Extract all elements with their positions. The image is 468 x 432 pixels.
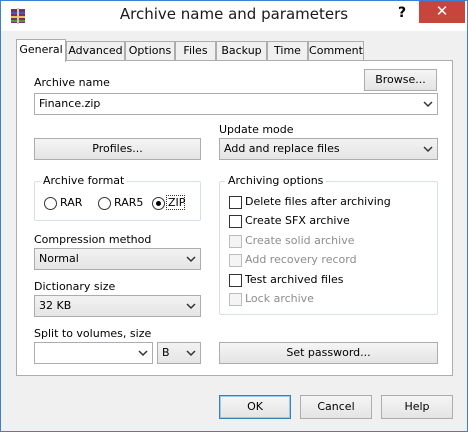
set-password-button[interactable]: Set password... [219,342,438,364]
checkbox-lock-archive [229,293,242,306]
update-mode-value: Add and replace files [224,142,340,155]
update-mode-label: Update mode [219,123,294,136]
tab-advanced[interactable]: Advanced [66,41,125,61]
split-volumes-unit-select[interactable]: B [157,342,201,364]
checkbox-create-solid-label: Create solid archive [245,234,355,247]
archive-dialog: Archive name and parameters ? ✕ General … [0,0,468,432]
archive-name-label: Archive name [34,76,110,89]
dictionary-size-label: Dictionary size [34,280,116,293]
checkbox-create-sfx[interactable] [229,215,242,228]
radio-rar[interactable] [44,197,57,210]
chevron-down-icon[interactable] [185,249,197,269]
split-volumes-unit: B [162,346,170,359]
tab-backup[interactable]: Backup [216,41,267,61]
checkbox-lock-archive-label: Lock archive [245,292,314,305]
archive-format-label: Archive format [40,174,128,187]
dictionary-size-select[interactable]: 32 KB [34,295,201,317]
checkbox-delete-files[interactable] [229,196,242,209]
chevron-down-icon[interactable] [422,94,434,114]
checkbox-recovery-record [229,254,242,267]
checkbox-test-archived[interactable] [229,274,242,287]
archive-name-combo[interactable]: Finance.zip [34,93,438,115]
help-button[interactable]: Help [381,395,453,419]
checkbox-create-solid [229,235,242,248]
chevron-down-icon[interactable] [422,139,434,159]
general-panel: Archive name Browse... Finance.zip Profi… [16,60,453,376]
archive-name-value: Finance.zip [39,97,101,110]
close-icon[interactable]: ✕ [419,1,465,23]
tab-general[interactable]: General [16,39,66,62]
compression-method-label: Compression method [34,233,152,246]
browse-button[interactable]: Browse... [364,69,437,91]
split-volumes-label: Split to volumes, size [34,327,152,340]
radio-selected-dot [156,201,161,206]
tab-comment[interactable]: Comment [308,41,364,61]
chevron-down-icon[interactable] [185,296,197,316]
compression-method-value: Normal [39,252,79,265]
chevron-down-icon[interactable] [185,343,197,363]
checkbox-test-archived-label[interactable]: Test archived files [245,273,344,286]
archiving-options-label: Archiving options [225,174,327,187]
radio-rar-label[interactable]: RAR [60,196,82,209]
cancel-button[interactable]: Cancel [300,395,372,419]
tab-files[interactable]: Files [175,41,216,61]
radio-zip[interactable] [152,197,165,210]
radio-rar5-label[interactable]: RAR5 [114,196,143,209]
checkbox-recovery-record-label: Add recovery record [245,253,357,266]
tab-options[interactable]: Options [125,41,175,61]
compression-method-select[interactable]: Normal [34,248,201,270]
checkbox-delete-files-label[interactable]: Delete files after archiving [245,195,391,208]
profiles-button[interactable]: Profiles... [34,138,201,160]
title-bar: Archive name and parameters ? ✕ [1,1,467,31]
dictionary-size-value: 32 KB [39,299,72,312]
help-icon[interactable]: ? [387,1,417,25]
checkbox-create-sfx-label[interactable]: Create SFX archive [245,214,350,227]
radio-zip-label[interactable]: ZIP [168,196,185,209]
tab-time[interactable]: Time [267,41,308,61]
split-volumes-size-combo[interactable] [34,342,153,364]
radio-rar5[interactable] [98,197,111,210]
chevron-down-icon[interactable] [137,343,149,363]
update-mode-select[interactable]: Add and replace files [219,138,438,160]
ok-button[interactable]: OK [219,395,291,419]
